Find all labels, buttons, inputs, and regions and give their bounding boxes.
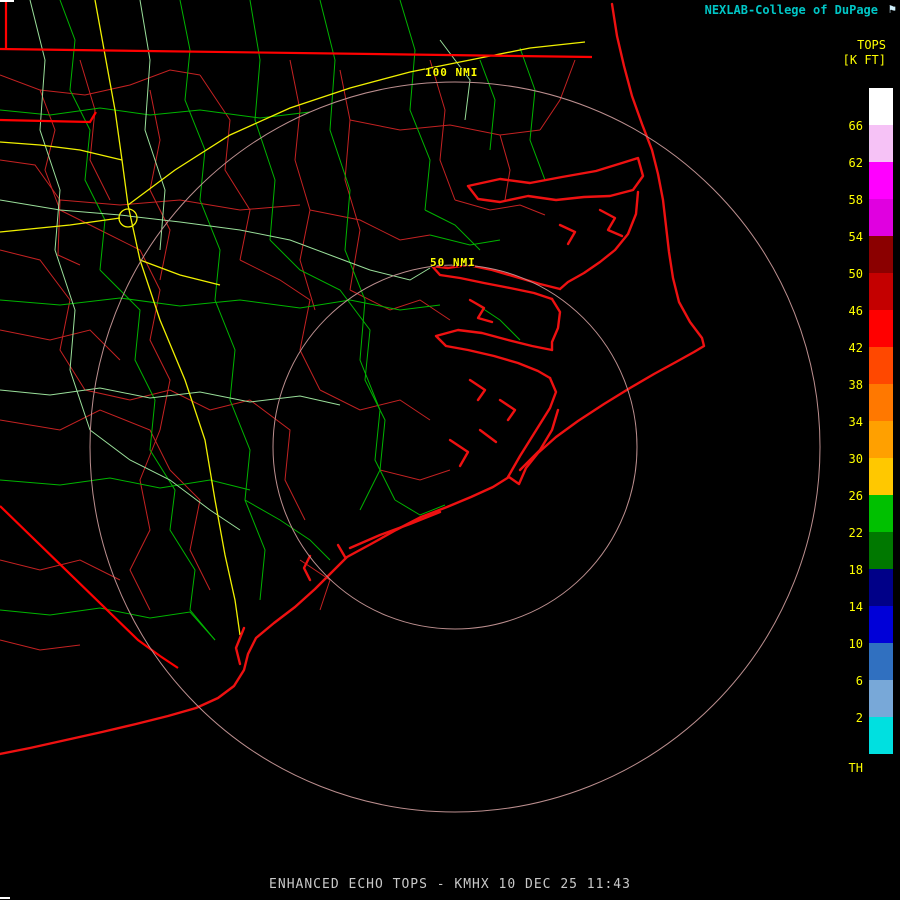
outer-banks-and-south-coast (0, 4, 704, 754)
radar-map (0, 0, 900, 900)
product-block: TOPS [K FT] (843, 38, 886, 68)
scale-swatch (869, 532, 893, 569)
scale-segment: TH (869, 754, 893, 780)
scale-segment: 66 (869, 88, 893, 125)
scale-swatch (869, 421, 893, 458)
scale-swatch (869, 88, 893, 125)
scale-label: TH (849, 761, 863, 775)
scale-swatch (869, 162, 893, 199)
ring-label-50nmi: 50 NMI (430, 256, 476, 269)
color-scale-segments: 66625854504642383430262218141062TH (869, 88, 893, 780)
scale-segment: 22 (869, 495, 893, 532)
scale-segment: 58 (869, 162, 893, 199)
scale-label: 2 (856, 711, 863, 725)
scale-segment: 2 (869, 680, 893, 717)
scale-segment: 34 (869, 384, 893, 421)
highway-lines (0, 0, 585, 635)
scale-swatch (869, 458, 893, 495)
scale-swatch (869, 384, 893, 421)
coastline (0, 4, 704, 754)
scale-swatch (869, 717, 893, 754)
scale-label: 10 (849, 637, 863, 651)
scale-label: 66 (849, 119, 863, 133)
city-beltway-ring (119, 209, 137, 227)
scale-label: 6 (856, 674, 863, 688)
product-units: [K FT] (843, 53, 886, 68)
scale-label: 34 (849, 415, 863, 429)
scale-swatch (869, 310, 893, 347)
ring-label-100nmi: 100 NMI (425, 66, 478, 79)
range-ring-50nmi (273, 265, 637, 629)
scale-segment: 54 (869, 199, 893, 236)
pale-road-lines (0, 0, 470, 530)
scale-segment: 50 (869, 236, 893, 273)
scale-swatch (869, 754, 893, 780)
scale-swatch (869, 199, 893, 236)
scale-segment: 10 (869, 606, 893, 643)
scale-swatch (869, 643, 893, 680)
product-title: TOPS (843, 38, 886, 53)
flag-icon: ⚑ (889, 2, 896, 16)
frame-ticks (0, 1, 14, 898)
scale-label: 18 (849, 563, 863, 577)
green-road-lines (0, 0, 545, 640)
scale-label: 42 (849, 341, 863, 355)
scale-label: 14 (849, 600, 863, 614)
scale-swatch (869, 569, 893, 606)
scale-label: 38 (849, 378, 863, 392)
scale-label: 30 (849, 452, 863, 466)
scale-label: 54 (849, 230, 863, 244)
nc-sc-border (0, 506, 178, 668)
brand-text: NEXLAB-College of DuPage (705, 3, 878, 17)
scale-swatch (869, 273, 893, 310)
scale-swatch (869, 347, 893, 384)
neuse-river (436, 330, 552, 378)
scale-segment: 46 (869, 273, 893, 310)
scale-label: 46 (849, 304, 863, 318)
scale-segment: 38 (869, 347, 893, 384)
new-river-inlet (304, 556, 310, 580)
bogue-sound-inner (350, 512, 440, 548)
scale-label: 26 (849, 489, 863, 503)
scale-segment (869, 717, 893, 754)
range-ring-100nmi (90, 82, 820, 812)
scale-swatch (869, 495, 893, 532)
radar-screen: NEXLAB-College of DuPage ⚑ TOPS [K FT] 1… (0, 0, 900, 900)
scale-segment: 14 (869, 569, 893, 606)
scale-label: 22 (849, 526, 863, 540)
scale-label: 62 (849, 156, 863, 170)
product-caption: ENHANCED ECHO TOPS - KMHX 10 DEC 25 11:4… (0, 877, 900, 892)
scale-segment: 18 (869, 532, 893, 569)
range-rings (90, 82, 820, 812)
albemarle-sound (468, 158, 643, 202)
scale-segment: 6 (869, 643, 893, 680)
scale-swatch (869, 606, 893, 643)
scale-label: 58 (849, 193, 863, 207)
state-border-lines (0, 0, 592, 668)
scale-swatch (869, 680, 893, 717)
scale-segment: 30 (869, 421, 893, 458)
scale-swatch (869, 236, 893, 273)
pamlico-neuse-shore (552, 299, 560, 350)
scale-label: 50 (849, 267, 863, 281)
mainland-east-shore (560, 192, 638, 289)
scale-segment: 42 (869, 310, 893, 347)
scale-segment: 26 (869, 458, 893, 495)
scale-swatch (869, 125, 893, 162)
scale-segment: 62 (869, 125, 893, 162)
